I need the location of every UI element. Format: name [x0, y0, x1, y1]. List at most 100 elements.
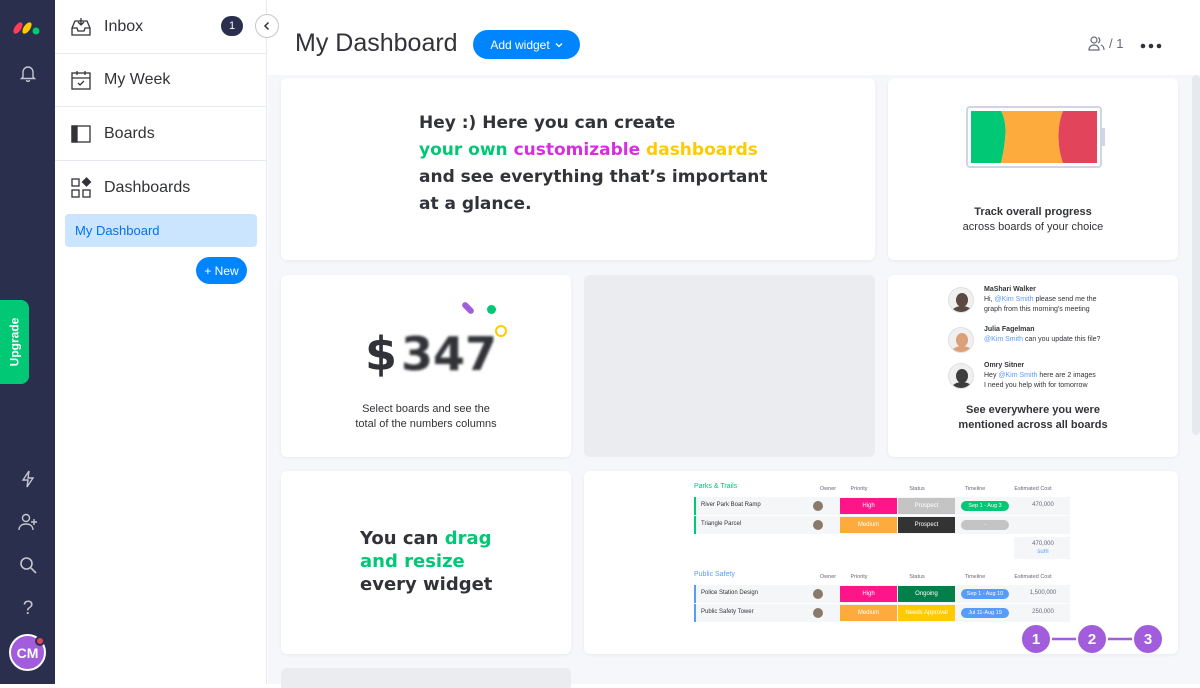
- avatar[interactable]: CM: [9, 634, 46, 671]
- confetti-decoration: [487, 305, 496, 314]
- intro-widget[interactable]: Hey :) Here you can create your own cust…: [281, 78, 875, 260]
- sidebar-item-boards[interactable]: Boards: [55, 107, 267, 161]
- dashboards-icon: [71, 177, 92, 198]
- timeline-pill[interactable]: Jul 11-Aug 19: [961, 608, 1009, 618]
- collapse-sidebar-button[interactable]: [255, 14, 279, 38]
- step-circle: 3: [1132, 623, 1164, 654]
- mention-tag[interactable]: @Kim Smith: [998, 372, 1037, 379]
- intro-line: and see everything that’s important: [419, 167, 768, 187]
- drag-word-green: and resize: [360, 551, 465, 572]
- avatar-shoulders: [952, 382, 972, 388]
- lightning-icon[interactable]: [15, 466, 41, 492]
- row-item-name: Triangle Parcel: [701, 521, 742, 527]
- avatar-face: [956, 293, 968, 307]
- intro-line-colored: your own customizable dashboards: [419, 137, 768, 164]
- status-cell[interactable]: Needs Approval: [898, 605, 955, 621]
- drag-resize-widget[interactable]: You can drag and resize every widget: [281, 471, 571, 654]
- mention-text: Omry Sitner Hey @Kim Smith here are 2 ima…: [984, 361, 1174, 391]
- priority-cell[interactable]: High: [840, 586, 897, 602]
- column-header: Timeline: [964, 486, 986, 492]
- priority-cell[interactable]: High: [840, 498, 897, 514]
- upgrade-button[interactable]: Upgrade: [0, 300, 29, 384]
- sum-value: 470,000: [1032, 541, 1054, 547]
- priority-cell[interactable]: Medium: [840, 517, 897, 533]
- avatar-face: [956, 369, 968, 383]
- more-options-button[interactable]: [1140, 36, 1162, 50]
- intro-text: Hey :) Here you can create your own cust…: [419, 110, 768, 218]
- priority-cell[interactable]: Medium: [840, 605, 897, 621]
- sidebar-item-label: Dashboards: [104, 179, 191, 196]
- numbers-widget[interactable]: $ 347 Select boards and see the total of…: [281, 275, 571, 457]
- column-header: Priority: [850, 486, 868, 492]
- scrollbar[interactable]: [1192, 75, 1200, 435]
- sidebar: Inbox 1 My Week Boards Dashboards: [55, 0, 267, 684]
- table-widget[interactable]: Parks & Trails Owner Priority Status Timelin…: [584, 471, 1178, 654]
- column-header: Timeline: [964, 574, 986, 580]
- mention-tag[interactable]: @Kim Smith: [984, 336, 1023, 343]
- cost-cell: 250,000: [1032, 609, 1054, 615]
- timeline-pill[interactable]: Sep 1 - Aug 3: [961, 501, 1009, 511]
- progress-widget[interactable]: Track overall progress across boards of …: [888, 78, 1178, 260]
- left-rail: Upgrade ? CM: [0, 0, 55, 684]
- sidebar-item-my-week[interactable]: My Week: [55, 53, 267, 107]
- row-item-name: River Park Boat Ramp: [701, 502, 761, 508]
- sidebar-item-label: My Week: [104, 70, 171, 88]
- inbox-icon: [71, 17, 91, 36]
- cost-cell: 1,500,000: [1029, 590, 1057, 596]
- drag-word-green: drag: [444, 528, 492, 549]
- mention-tag[interactable]: @Kim Smith: [995, 296, 1034, 303]
- intro-line: at a glance.: [419, 194, 532, 214]
- inbox-count-badge: 1: [221, 16, 243, 36]
- status-cell[interactable]: Ongoing: [898, 586, 955, 602]
- mentions-caption-line: See everywhere you were: [966, 404, 1100, 416]
- help-icon[interactable]: ?: [15, 596, 41, 622]
- status-cell[interactable]: Prospect: [898, 498, 955, 514]
- group-title: Parks & Trails: [694, 483, 738, 490]
- mention-line: graph from this morning's meeting: [984, 306, 1090, 313]
- mention-text-pre: Hey: [984, 372, 999, 379]
- sidebar-item-label: My Dashboard: [75, 223, 160, 238]
- timeline-pill[interactable]: Sep 1 - Aug 10: [961, 589, 1009, 599]
- timeline-pill[interactable]: -: [961, 520, 1009, 530]
- mention-text-post: please send me the: [1033, 296, 1097, 303]
- sidebar-item-my-dashboard[interactable]: My Dashboard: [65, 214, 257, 247]
- page-title: My Dashboard: [295, 29, 458, 57]
- mention-text: MaShari Walker Hi, @Kim Smith please send…: [984, 285, 1174, 315]
- mention-text-post: here are 2 images: [1037, 372, 1096, 379]
- sidebar-item-inbox[interactable]: Inbox 1: [55, 0, 267, 54]
- owner-avatar: [813, 589, 823, 599]
- monday-logo[interactable]: [13, 16, 41, 36]
- members-button[interactable]: / 1: [1088, 36, 1123, 51]
- column-header: Estimated Cost: [1014, 574, 1052, 580]
- sidebar-item-dashboards[interactable]: Dashboards: [55, 161, 267, 215]
- avatar-shoulders: [952, 346, 972, 352]
- mention-line: @Kim Smith can you update this file?: [984, 335, 1174, 345]
- column-header: Estimated Cost: [1014, 486, 1052, 492]
- mention-line: Hi, @Kim Smith please send me the: [984, 295, 1174, 305]
- group-title: Public Safety: [694, 571, 735, 578]
- mention-avatar: [948, 327, 974, 353]
- add-widget-button[interactable]: Add widget: [473, 30, 580, 59]
- search-icon[interactable]: [15, 552, 41, 578]
- mention-avatar: [948, 287, 974, 313]
- new-dashboard-button[interactable]: + New: [196, 257, 247, 284]
- column-header: Priority: [850, 574, 868, 580]
- progress-caption-sub: across boards of your choice: [962, 221, 1104, 233]
- add-widget-label: Add widget: [490, 37, 550, 52]
- numbers-caption-line: total of the numbers columns: [355, 418, 497, 430]
- notifications-bell-icon[interactable]: [15, 60, 41, 86]
- column-header: Status: [909, 486, 925, 492]
- battery-progress-graphic: [966, 106, 1105, 168]
- mention-line: I need you help with for tomorrow: [984, 382, 1088, 389]
- status-cell[interactable]: Prospect: [898, 517, 955, 533]
- mention-text-post: can you update this file?: [1023, 336, 1101, 343]
- invite-user-icon[interactable]: [15, 509, 41, 535]
- progress-caption-title: Track overall progress: [974, 206, 1092, 218]
- sidebar-item-label: Inbox: [104, 17, 144, 35]
- new-button-label: + New: [204, 263, 239, 278]
- mentions-widget[interactable]: MaShari Walker Hi, @Kim Smith please send…: [888, 275, 1178, 457]
- drag-text: You can drag and resize every widget: [360, 527, 492, 596]
- owner-avatar: [813, 520, 823, 530]
- row-item-name: Police Station Design: [701, 590, 759, 596]
- mention-text: Julia Fagelman @Kim Smith can you update …: [984, 325, 1174, 345]
